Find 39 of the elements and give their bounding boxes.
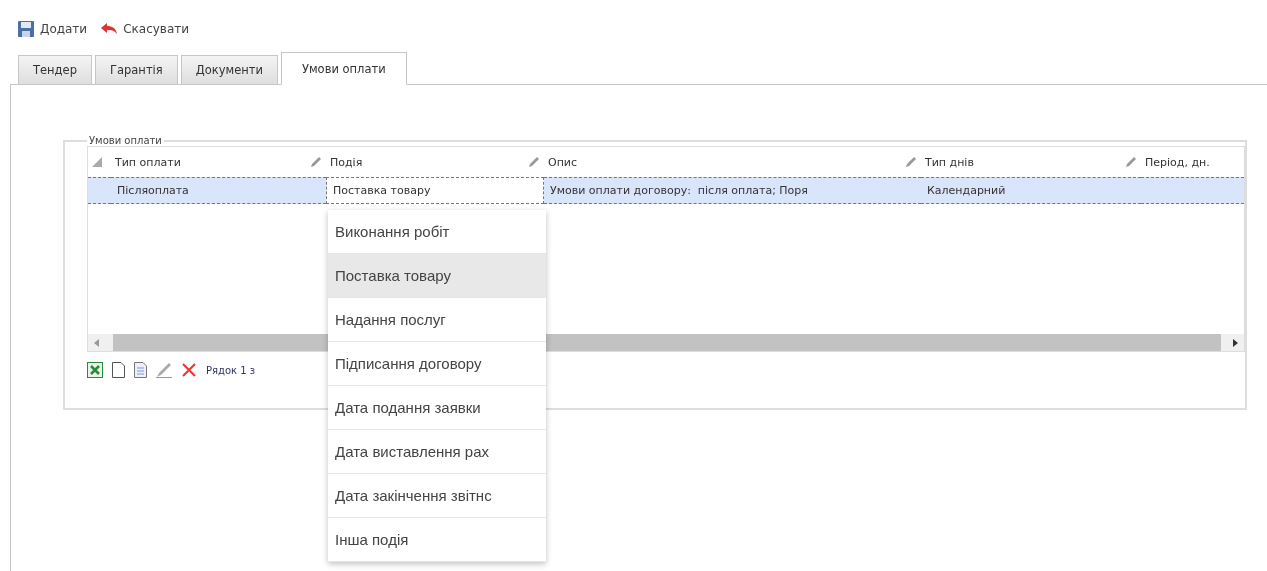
group-title: Умови оплати — [88, 135, 163, 146]
dropdown-item[interactable]: Дата подання заявки — [328, 386, 546, 430]
undo-arrow-icon — [101, 22, 118, 35]
dropdown-item[interactable]: Інша подія — [328, 518, 546, 562]
add-button[interactable]: Додати — [18, 20, 88, 37]
sort-corner-icon — [92, 157, 102, 167]
column-header[interactable]: Опис — [544, 147, 921, 177]
tab[interactable]: Гарантія — [94, 55, 178, 84]
table-row[interactable]: Післяоплата Поставка товару Умови оплати договору: після оплата; Поря Календарний — [88, 177, 1244, 204]
dropdown-item[interactable]: Поставка товару — [328, 254, 546, 298]
pencil-icon — [528, 156, 540, 168]
table-cell: Умови оплати договору: після оплата; Поря — [544, 177, 921, 204]
table-cell: Післяоплата — [111, 177, 326, 204]
scroll-left-icon[interactable] — [94, 338, 99, 347]
column-header[interactable]: Період, дн. — [1141, 147, 1244, 177]
scroll-right-icon[interactable] — [1233, 338, 1238, 347]
dropdown-item[interactable]: Виконання робіт — [328, 210, 546, 254]
column-header[interactable]: Тип днів — [921, 147, 1141, 177]
dropdown-item[interactable]: Дата закінчення звітнс — [328, 474, 546, 518]
pager-text: Рядок 1 з — [206, 364, 256, 376]
cell-editor[interactable]: Поставка товару — [326, 177, 544, 204]
new-document-icon[interactable] — [112, 362, 125, 378]
pencil-icon — [905, 156, 917, 168]
pencil-icon — [1125, 156, 1137, 168]
pencil-icon[interactable] — [156, 362, 172, 378]
document-icon[interactable] — [134, 362, 147, 378]
tab[interactable]: Документи — [180, 55, 278, 84]
dropdown-item[interactable]: Надання послуг — [328, 298, 546, 342]
table-cell: Календарний — [921, 177, 1141, 204]
dropdown-item[interactable]: Дата виставлення рах — [328, 430, 546, 474]
excel-export-icon[interactable] — [87, 362, 103, 378]
tab[interactable]: Тендер — [18, 55, 92, 84]
tab[interactable]: Умови оплати — [280, 52, 407, 85]
delete-icon[interactable] — [181, 362, 197, 378]
pencil-icon — [310, 156, 322, 168]
cancel-button[interactable]: Скасувати — [101, 21, 190, 36]
column-header[interactable]: Подія — [326, 147, 544, 177]
dropdown-item[interactable]: Підписання договору — [328, 342, 546, 386]
column-header[interactable]: Тип оплати — [111, 147, 326, 177]
